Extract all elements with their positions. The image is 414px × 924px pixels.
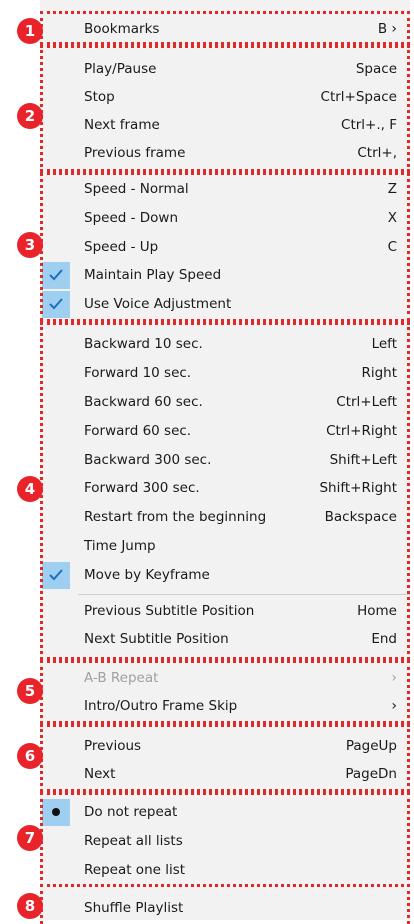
section-number-badge-6: 6 (17, 743, 43, 769)
section-number-badge-2: 2 (17, 103, 43, 129)
section-outline-2 (40, 45, 410, 172)
section-outline-5 (40, 660, 410, 724)
section-outline-8 (40, 884, 410, 924)
section-number-badge-7: 7 (17, 825, 43, 851)
section-outline-7 (40, 792, 410, 887)
section-number-badge-8: 8 (17, 893, 43, 919)
section-number-badge-3: 3 (17, 232, 43, 258)
section-number-badge-4: 4 (17, 476, 43, 502)
section-outline-4 (40, 322, 410, 660)
section-outline-3 (40, 172, 410, 322)
section-outline-1 (40, 11, 410, 45)
section-outline-6 (40, 724, 410, 792)
player-context-menu: Bookmarks B › Play/Pause Space Stop Ctrl… (0, 0, 414, 924)
section-number-badge-1: 1 (17, 18, 43, 44)
section-number-badge-5: 5 (17, 678, 43, 704)
